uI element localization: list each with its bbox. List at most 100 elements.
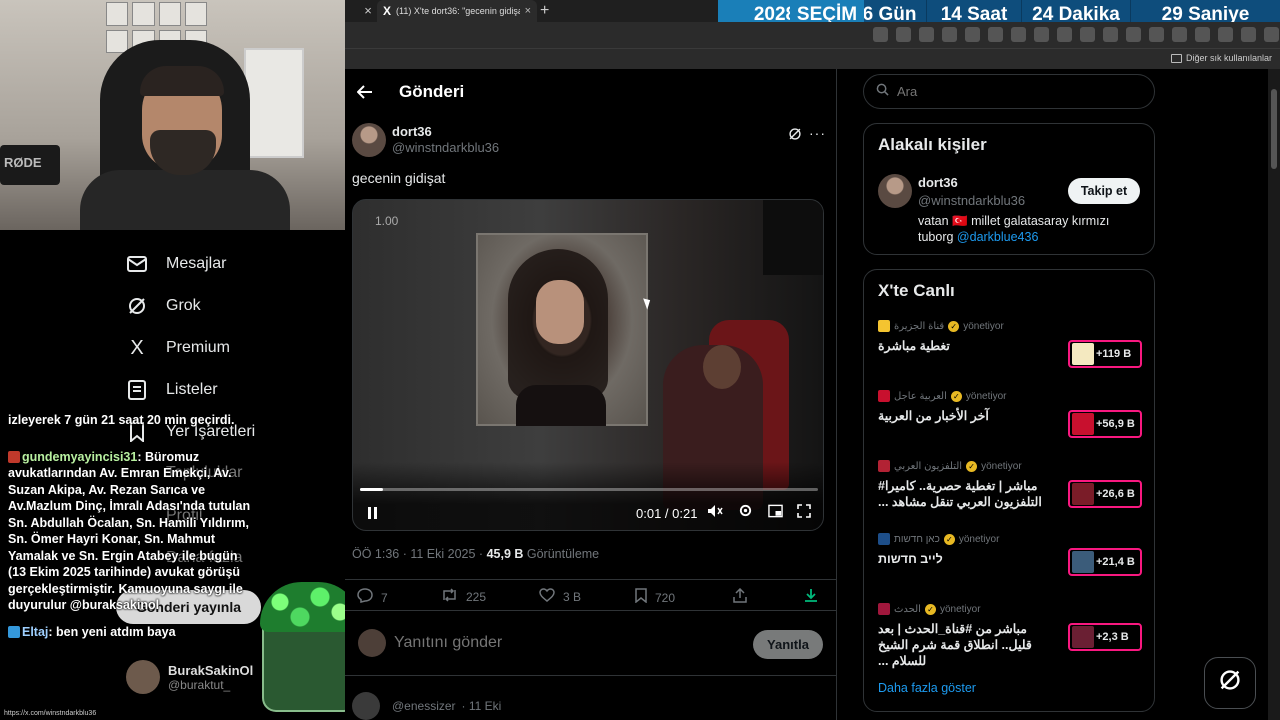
- menu-icon[interactable]: [1264, 27, 1279, 42]
- follow-button[interactable]: Takip et: [1068, 178, 1140, 204]
- settings-gear-icon[interactable]: [735, 503, 755, 523]
- sidebar-item-label: Grok: [166, 297, 201, 314]
- sidebar-item-label: Mesajlar: [166, 255, 227, 272]
- search-bar[interactable]: [863, 74, 1155, 109]
- extension-icon[interactable]: [988, 27, 1003, 42]
- live-listeners-badge: +21,4 B: [1068, 548, 1142, 576]
- post-author-handle[interactable]: @winstndarkblu36: [392, 140, 499, 155]
- sidebar-item-grok[interactable]: Grok: [126, 295, 201, 317]
- video-player[interactable]: 1.00 0:01 / 0:21: [352, 199, 824, 531]
- search-input[interactable]: [897, 84, 1137, 99]
- extension-icon[interactable]: [942, 27, 957, 42]
- more-options-icon[interactable]: ···: [809, 125, 826, 141]
- repost-count: 225: [466, 590, 487, 604]
- sidebar-item-premium[interactable]: X Premium: [126, 337, 230, 359]
- next-reply-header: @enessizer · 11 Eki: [352, 692, 501, 720]
- post-detail-column: Gönderi dort36 @winstndarkblu36 ··· gece…: [345, 69, 837, 720]
- live-space-item[interactable]: الحدث ✓ yönetiyor مباشر من #قناة_الحدث |…: [878, 603, 1142, 669]
- related-user-handle[interactable]: @winstndarkblu36: [918, 193, 1025, 208]
- repost-action[interactable]: 225: [441, 588, 486, 606]
- extension-icon[interactable]: [896, 27, 911, 42]
- live-host: العربية عاجل ✓ yönetiyor: [878, 390, 1142, 402]
- picture-in-picture-icon[interactable]: [765, 503, 785, 523]
- subscriber-badge-icon: [8, 625, 20, 638]
- like-action[interactable]: 3 B: [539, 588, 581, 606]
- new-tab-button[interactable]: +: [540, 2, 549, 20]
- live-host: כאן חדשות ✓ yönetiyor: [878, 533, 1142, 545]
- avatar[interactable]: [352, 692, 380, 720]
- verified-badge-icon: ✓: [966, 460, 978, 472]
- reply-author-handle[interactable]: @enessizer: [392, 699, 456, 713]
- live-space-item[interactable]: כאן חדשות ✓ yönetiyor לייב חדשות +21,4 B: [878, 533, 1142, 576]
- reply-input[interactable]: [394, 634, 694, 652]
- close-tab-icon[interactable]: ×: [360, 3, 376, 19]
- playback-speed: 1.00: [375, 214, 399, 228]
- like-count: 3 B: [563, 590, 582, 604]
- mute-icon[interactable]: [705, 503, 725, 523]
- bio-link[interactable]: @darkblue436: [957, 230, 1039, 244]
- extension-icon[interactable]: [1034, 27, 1049, 42]
- grok-icon[interactable]: [788, 127, 802, 144]
- live-space-item[interactable]: العربية عاجل ✓ yönetiyor آخر الأخبار من …: [878, 390, 1142, 438]
- other-bookmarks-button[interactable]: Diğer sık kullanılanlar: [1170, 53, 1272, 63]
- microphone: RØDE: [0, 145, 60, 185]
- avatar[interactable]: [352, 123, 386, 157]
- close-tab-icon[interactable]: ×: [525, 5, 531, 17]
- post-timestamp[interactable]: ÖÖ 1:36 · 11 Eki 2025 ·: [352, 547, 487, 561]
- chat-username: Eltaj: [22, 624, 49, 639]
- extension-icon[interactable]: [1057, 27, 1072, 42]
- related-user-name[interactable]: dort36: [918, 175, 958, 190]
- live-space-item[interactable]: التلفزيون العربي ✓ yönetiyor مباشر | تغط…: [878, 460, 1142, 510]
- extension-icon[interactable]: [1103, 27, 1118, 42]
- extension-icon[interactable]: [919, 27, 934, 42]
- listener-count: +2,3 B: [1096, 631, 1129, 643]
- live-on-x-panel: X'te Canlı قناة الجزيرة ✓ yönetiyor تغطي…: [863, 269, 1155, 712]
- live-host: التلفزيون العربي ✓ yönetiyor: [878, 460, 1142, 472]
- back-arrow-icon[interactable]: [349, 76, 381, 108]
- video-progress-bar[interactable]: [360, 488, 818, 491]
- stream-chat-overlay: izleyerek 7 gün 21 saat 20 min geçirdi. …: [0, 388, 262, 720]
- views-count: 45,9 B: [486, 547, 524, 561]
- avatar[interactable]: [878, 174, 912, 208]
- post-meta: ÖÖ 1:36 · 11 Eki 2025 · 45,9 B Görüntüle…: [352, 547, 599, 561]
- grok-floating-button[interactable]: [1204, 657, 1256, 709]
- extension-icon[interactable]: [1218, 27, 1233, 42]
- channel-logo-icon: [878, 390, 890, 402]
- extension-icon[interactable]: [873, 27, 888, 42]
- share-action[interactable]: [733, 587, 747, 607]
- search-icon: [876, 83, 889, 101]
- show-more-link[interactable]: Daha fazla göster: [878, 681, 976, 695]
- page-scrollbar[interactable]: [1268, 69, 1280, 720]
- extension-icon[interactable]: [1149, 27, 1164, 42]
- scrollbar-thumb[interactable]: [1271, 89, 1277, 169]
- bookmark-bar: Diğer sık kullanılanlar: [345, 48, 1280, 69]
- post-text: gecenin gidişat: [352, 170, 446, 186]
- fullscreen-icon[interactable]: [794, 503, 814, 523]
- live-host-name: العربية عاجل: [894, 390, 947, 402]
- webcam-overlay: RØDE: [0, 0, 345, 230]
- live-space-item[interactable]: قناة الجزيرة ✓ yönetiyor تغطية مباشرة +1…: [878, 320, 1142, 368]
- browser-tab-active[interactable]: X (11) X'te dort36: "gecenin gidişat ×: [377, 0, 537, 22]
- listener-count: +119 B: [1096, 348, 1132, 360]
- x-logo-icon: X: [383, 4, 392, 18]
- extension-icon[interactable]: [965, 27, 980, 42]
- related-people-panel: Alakalı kişiler dort36 @winstndarkblu36 …: [863, 123, 1155, 255]
- page-header: Gönderi: [345, 69, 837, 114]
- post-author-name[interactable]: dort36: [392, 124, 432, 139]
- bookmark-icon: [635, 588, 647, 607]
- bookmark-action[interactable]: 720: [635, 588, 675, 607]
- sidebar-item-messages[interactable]: Mesajlar: [126, 253, 226, 275]
- pause-icon[interactable]: [362, 502, 384, 524]
- live-title: مباشر | تغطية حصرية.. كاميرا# التلفزيون …: [878, 479, 1042, 509]
- reply-action[interactable]: 7: [357, 588, 388, 607]
- live-host-role: yönetiyor: [963, 320, 1004, 332]
- tab-title: (11) X'te dort36: "gecenin gidişat: [396, 6, 520, 16]
- extension-icon[interactable]: [1126, 27, 1141, 42]
- profile-avatar-icon[interactable]: [1241, 27, 1256, 42]
- extension-icon[interactable]: [1011, 27, 1026, 42]
- extension-icon[interactable]: [1172, 27, 1187, 42]
- reply-button[interactable]: Yanıtla: [753, 630, 823, 659]
- extension-icon[interactable]: [1080, 27, 1095, 42]
- extension-icon[interactable]: [1195, 27, 1210, 42]
- download-action[interactable]: [804, 588, 818, 607]
